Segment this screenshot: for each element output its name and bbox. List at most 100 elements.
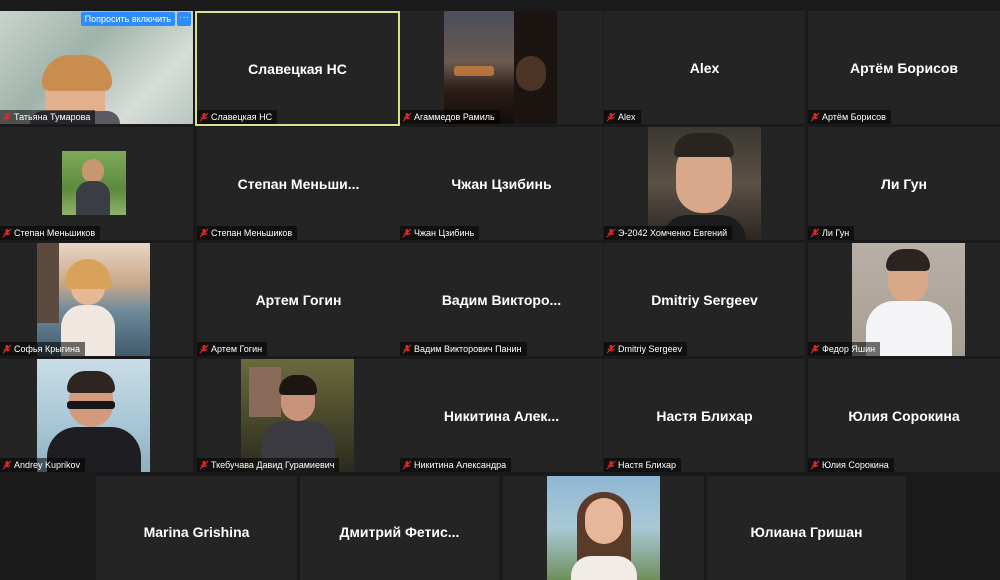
participant-tile[interactable]: Артём Борисов Артём Борисов [808,11,1000,124]
participant-label: Степан Меньшиков [197,226,298,240]
muted-mic-icon [2,228,12,238]
participant-display-name: Чжан Цзибинь [451,175,552,192]
participant-label: Татьяна Тумарова [0,110,96,124]
participant-tile[interactable]: Marina Grishina [96,476,297,580]
participant-name: Артем Гогин [211,344,263,354]
participant-tile[interactable]: Артем Гогин Артем Гогин [197,243,400,356]
muted-mic-icon [402,112,412,122]
participant-label: Alex [604,110,641,124]
participant-tile[interactable]: Andrey Kuprikov [0,359,193,472]
participant-label: Чжан Цзибинь [400,226,480,240]
muted-mic-icon [2,460,12,470]
participant-label: Артём Борисов [808,110,891,124]
participant-name: Софья Крыгина [14,344,80,354]
participant-tile[interactable] [503,476,704,580]
participant-display-name: Ли Гун [881,175,927,192]
muted-mic-icon [606,112,616,122]
muted-mic-icon [199,112,209,122]
participant-label: Ткебучава Давид Гурамиевич [197,458,340,472]
participant-display-name: Славецкая НС [248,60,347,77]
participant-tile[interactable]: Степан Меньшиков [0,127,193,240]
participant-tile[interactable]: Alex Alex [604,11,805,124]
participant-name: Настя Блихар [618,460,676,470]
participant-tile[interactable]: Юлия Сорокина Юлия Сорокина [808,359,1000,472]
participant-tile[interactable]: Чжан Цзибинь Чжан Цзибинь [400,127,603,240]
participant-label: Софья Крыгина [0,342,85,356]
participant-tile[interactable]: Ли Гун Ли Гун [808,127,1000,240]
participant-display-name: Юлиана Гришан [750,524,863,540]
participant-name: Ли Гун [822,228,850,238]
participant-name: Степан Меньшиков [14,228,96,238]
participant-name: Вадим Викторович Панин [414,344,522,354]
participant-display-name: Dmitriy Sergeev [651,291,758,308]
participant-tile[interactable]: Вадим Викторо... Вадим Викторович Панин [400,243,603,356]
muted-mic-icon [606,460,616,470]
muted-mic-icon [810,112,820,122]
participant-name: Татьяна Тумарова [14,112,91,122]
participant-name: Славецкая НС [211,112,273,122]
participant-name: Э-2042 Хомченко Евгений [618,228,728,238]
participant-name: Степан Меньшиков [211,228,293,238]
participant-video [0,11,193,124]
participant-tile[interactable]: Попросить включить ··· Татьяна Тумарова [0,11,193,124]
participant-display-name: Юлия Сорокина [848,407,960,424]
participant-tile[interactable]: Федор Яшин [808,243,1000,356]
participant-video [444,11,557,124]
participant-video [648,127,761,240]
participant-tile[interactable]: Юлиана Гришан [707,476,906,580]
participant-display-name: Marina Grishina [143,524,250,540]
participant-name: Юлия Сорокина [822,460,889,470]
participant-label: Вадим Викторович Панин [400,342,527,356]
participant-video [241,359,354,472]
participant-tile[interactable]: Настя Блихар Настя Блихар [604,359,805,472]
participant-tile[interactable]: Э-2042 Хомченко Евгений [604,127,805,240]
participant-display-name: Alex [689,59,720,76]
participant-tile[interactable]: Агаммедов Рамиль [400,11,603,124]
muted-mic-icon [810,344,820,354]
participant-tile[interactable]: Дмитрий Фетис... [300,476,499,580]
participant-name: Артём Борисов [822,112,886,122]
muted-mic-icon [606,228,616,238]
muted-mic-icon [402,460,412,470]
participant-name: Ткебучава Давид Гурамиевич [211,460,335,470]
participant-tile[interactable]: Никитина Алек... Никитина Александра [400,359,603,472]
muted-mic-icon [199,460,209,470]
participant-name: Andrey Kuprikov [14,460,81,470]
participant-name: Агаммедов Рамиль [414,112,495,122]
participant-name: Федор Яшин [822,344,876,354]
participant-tile[interactable]: Ткебучава Давид Гурамиевич [197,359,400,472]
participant-video [37,243,150,356]
participant-tile[interactable]: Славецкая НС Славецкая НС [195,11,400,126]
muted-mic-icon [402,228,412,238]
muted-mic-icon [199,228,209,238]
participant-label: Степан Меньшиков [0,226,101,240]
participant-label: Юлия Сорокина [808,458,894,472]
participant-label: Федор Яшин [808,342,881,356]
participant-label: Andrey Kuprikov [0,458,86,472]
muted-mic-icon [810,228,820,238]
participant-name: Alex [618,112,636,122]
muted-mic-icon [810,460,820,470]
muted-mic-icon [606,344,616,354]
participant-label: Агаммедов Рамиль [400,110,500,124]
more-options-button[interactable]: ··· [177,12,191,26]
participant-tile[interactable]: Софья Крыгина [0,243,193,356]
muted-mic-icon [2,344,12,354]
participant-display-name: Артем Гогин [255,291,342,308]
participant-display-name: Вадим Викторо... [441,291,562,308]
participant-label: Никитина Александра [400,458,512,472]
ask-to-unmute-button[interactable]: Попросить включить [80,12,175,26]
participant-video [547,476,660,580]
participant-tile[interactable]: Dmitriy Sergeev Dmitriy Sergeev [604,243,805,356]
participant-label: Настя Блихар [604,458,681,472]
participant-tile[interactable]: Степан Меньши... Степан Меньшиков [197,127,400,240]
participant-name: Чжан Цзибинь [414,228,475,238]
participant-label: Славецкая НС [197,110,278,124]
muted-mic-icon [402,344,412,354]
participant-label: Э-2042 Хомченко Евгений [604,226,733,240]
participant-display-name: Никитина Алек... [443,407,560,424]
participant-display-name: Степан Меньши... [237,175,360,192]
participant-video [62,151,126,215]
participant-video [852,243,965,356]
participant-label: Артем Гогин [197,342,268,356]
